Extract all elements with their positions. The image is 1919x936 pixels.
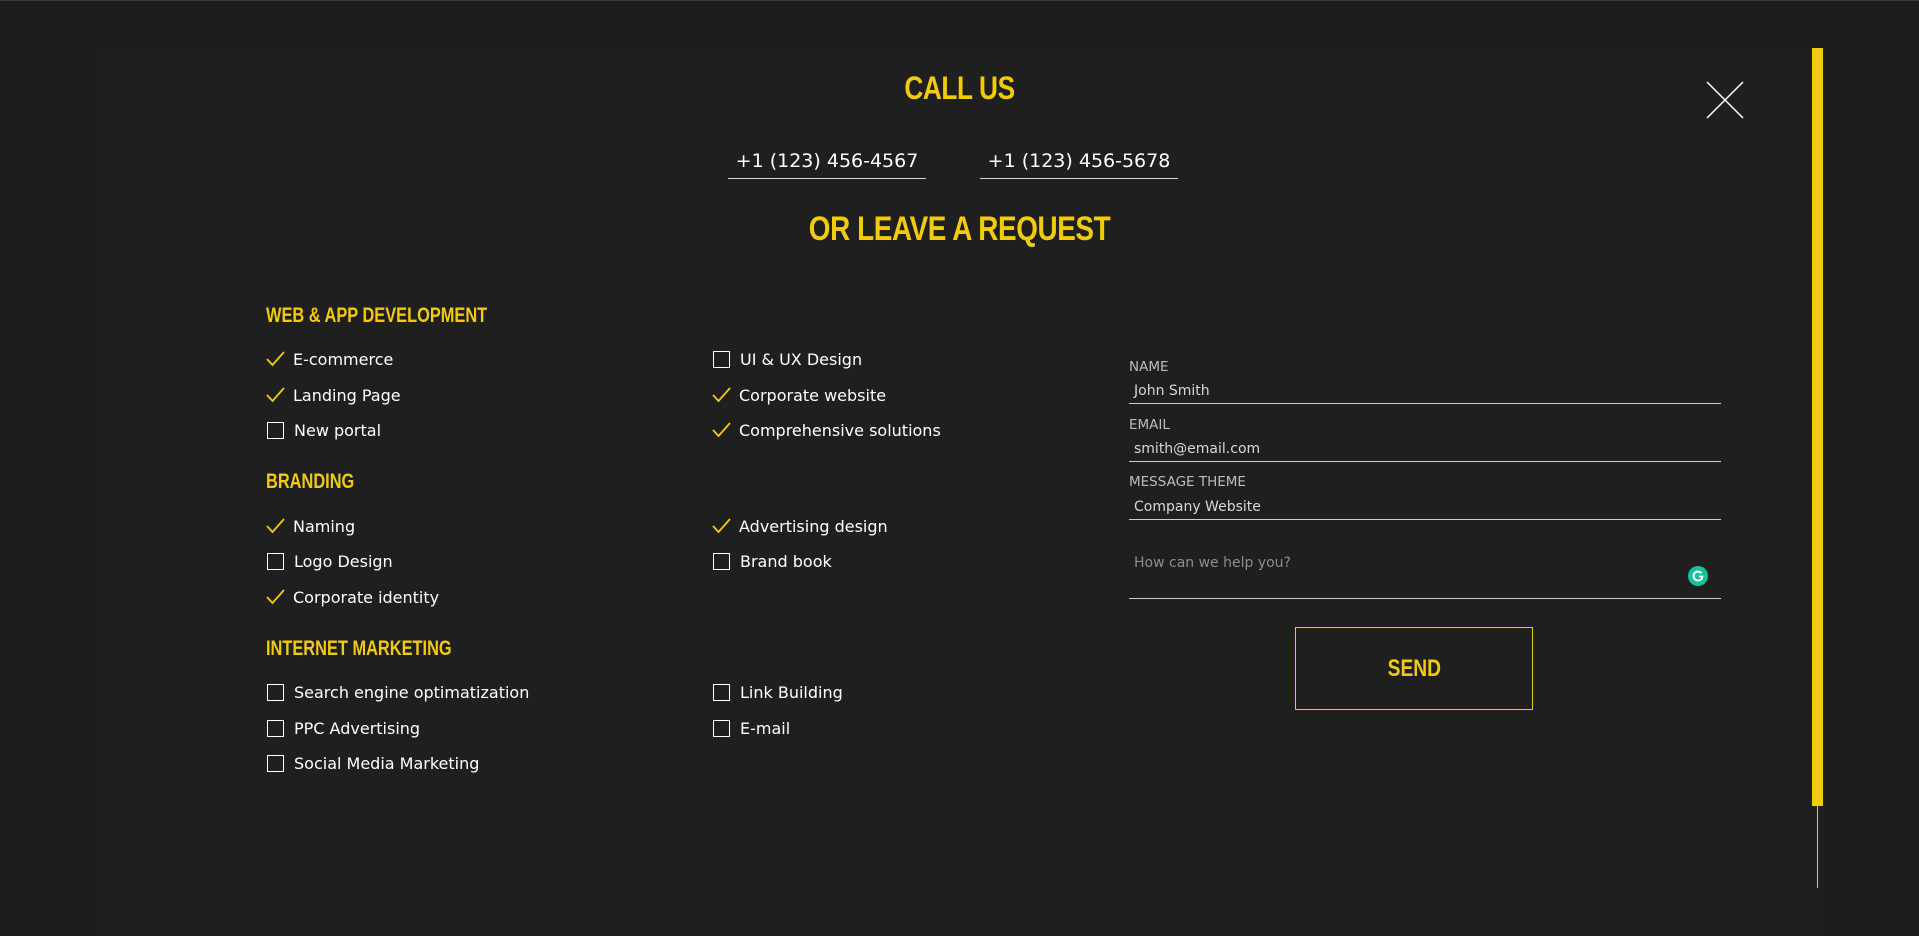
option-label: New portal [294, 420, 382, 440]
option-label: E-mail [740, 718, 791, 738]
check-icon [266, 350, 285, 369]
close-button[interactable] [1706, 81, 1744, 119]
checkbox-empty-icon [713, 552, 730, 570]
option-seo[interactable]: Search engine optimatization [266, 680, 529, 704]
option-label: PPC Advertising [294, 718, 421, 738]
option-e-mail[interactable]: E-mail [712, 716, 790, 740]
message-textarea[interactable]: How can we help you? [1129, 552, 1721, 599]
option-comprehensive-solutions[interactable]: Comprehensive solutions [712, 418, 941, 442]
option-ui-ux-design[interactable]: UI & UX Design [712, 347, 862, 371]
option-label: Corporate identity [293, 587, 440, 607]
phone-link-2[interactable]: +1 (123) 456-5678 [980, 147, 1178, 179]
checkbox-empty-icon [267, 683, 284, 701]
option-label: UI & UX Design [740, 349, 863, 369]
option-e-commerce[interactable]: E-commerce [266, 347, 393, 371]
option-label: Corporate website [739, 385, 887, 405]
option-label: Naming [293, 516, 356, 536]
section-title-web-app: WEB & APP DEVELOPMENT [266, 304, 488, 327]
call-us-heading: CALL US [904, 70, 1015, 106]
option-label: Advertising design [739, 516, 888, 536]
name-label: NAME [1129, 359, 1169, 375]
option-label: Link Building [740, 682, 843, 702]
phone-link-1[interactable]: +1 (123) 456-4567 [728, 147, 926, 179]
check-icon [266, 386, 285, 405]
checkbox-empty-icon [713, 683, 730, 701]
check-icon [712, 517, 731, 536]
check-icon [712, 386, 731, 405]
checkbox-empty-icon [713, 350, 730, 368]
option-new-portal[interactable]: New portal [266, 418, 381, 442]
option-label: E-commerce [293, 349, 394, 369]
check-icon [266, 588, 285, 607]
checkbox-empty-icon [267, 719, 284, 737]
send-label: SEND [1387, 654, 1441, 682]
message-theme-field[interactable]: Company Website [1129, 496, 1721, 520]
checkbox-empty-icon [267, 421, 284, 439]
option-social-media-marketing[interactable]: Social Media Marketing [266, 751, 479, 775]
option-advertising-design[interactable]: Advertising design [712, 514, 888, 538]
check-icon [712, 421, 731, 440]
email-field[interactable]: smith@email.com [1129, 438, 1721, 462]
option-logo-design[interactable]: Logo Design [266, 549, 393, 573]
option-ppc-advertising[interactable]: PPC Advertising [266, 716, 420, 740]
checkbox-empty-icon [713, 719, 730, 737]
option-link-building[interactable]: Link Building [712, 680, 843, 704]
close-icon [1706, 81, 1744, 119]
send-button[interactable]: SEND [1295, 627, 1533, 710]
phone-numbers: +1 (123) 456-4567 +1 (123) 456-5678 [728, 147, 1178, 179]
option-corporate-identity[interactable]: Corporate identity [266, 585, 439, 609]
option-label: Social Media Marketing [294, 753, 480, 773]
message-theme-label: MESSAGE THEME [1129, 474, 1246, 490]
option-label: Search engine optimatization [294, 682, 530, 702]
checkbox-empty-icon [267, 754, 284, 772]
section-title-internet-marketing: INTERNET MARKETING [266, 637, 452, 660]
leave-request-heading: OR LEAVE A REQUEST [808, 210, 1111, 248]
grammarly-icon[interactable] [1688, 566, 1708, 586]
email-label: EMAIL [1129, 417, 1170, 433]
option-corporate-website[interactable]: Corporate website [712, 383, 886, 407]
checkbox-empty-icon [267, 552, 284, 570]
option-label: Landing Page [293, 385, 401, 405]
section-title-branding: BRANDING [266, 470, 355, 493]
scrollbar-thumb[interactable] [1812, 48, 1823, 806]
top-border [0, 0, 1919, 1]
option-landing-page[interactable]: Landing Page [266, 383, 401, 407]
request-modal [95, 48, 1825, 936]
option-label: Comprehensive solutions [739, 420, 941, 440]
option-naming[interactable]: Naming [266, 514, 355, 538]
option-label: Brand book [740, 551, 832, 571]
name-field[interactable]: John Smith [1129, 380, 1721, 404]
option-brand-book[interactable]: Brand book [712, 549, 832, 573]
check-icon [266, 517, 285, 536]
option-label: Logo Design [294, 551, 393, 571]
